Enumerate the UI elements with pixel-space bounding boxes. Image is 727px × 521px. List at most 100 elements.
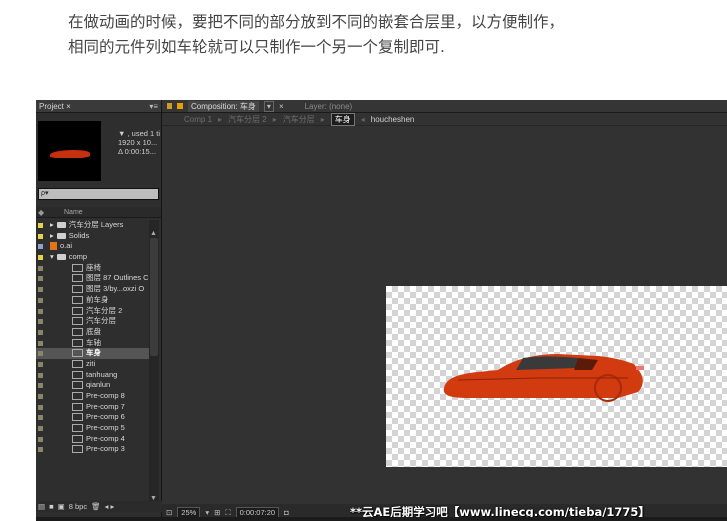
project-item-label: Pre-comp 6 — [86, 412, 125, 422]
project-item-row[interactable]: ziti — [36, 359, 149, 370]
label-color-swatch[interactable] — [38, 287, 43, 293]
trash-icon[interactable]: 🗑 — [91, 502, 101, 511]
project-item-content: 汽车分层 2 — [72, 306, 122, 317]
project-item-row[interactable]: ▾ comp — [36, 252, 149, 263]
label-color-swatch[interactable] — [38, 361, 43, 367]
project-scrollbar[interactable]: ▲ ▼ — [149, 220, 159, 502]
label-color-swatch[interactable] — [38, 394, 43, 399]
label-color-swatch[interactable] — [38, 426, 43, 432]
layer-tab[interactable]: Layer: (none) — [305, 102, 353, 111]
disclosure-triangle-icon[interactable]: ▾ — [50, 252, 54, 263]
project-item-row[interactable]: 汽车分层 — [36, 316, 149, 327]
breadcrumb-item[interactable]: 汽车分层 — [283, 114, 315, 125]
zoom-dropdown-icon[interactable]: ▾ — [205, 508, 209, 517]
project-item-label: Pre-comp 5 — [86, 423, 125, 433]
composition-icon — [72, 285, 83, 294]
label-color-swatch[interactable] — [38, 329, 43, 335]
label-color-swatch[interactable] — [38, 383, 43, 389]
label-color-swatch[interactable] — [38, 223, 43, 228]
composition-icon — [72, 327, 83, 336]
project-search-input[interactable]: ρ▾ — [38, 188, 159, 200]
composition-icon — [72, 306, 83, 315]
label-color-swatch[interactable] — [38, 340, 43, 346]
label-color-swatch[interactable] — [38, 447, 43, 453]
disclosure-triangle-icon[interactable]: ▸ — [50, 231, 54, 242]
project-item-row[interactable]: 前车身 — [36, 295, 149, 306]
snapshot-icon[interactable]: ◘ — [284, 508, 289, 517]
column-name-header[interactable]: Name — [64, 209, 83, 216]
composition-icon — [72, 445, 83, 454]
label-color-swatch[interactable] — [38, 319, 43, 325]
breadcrumb-item[interactable]: houcheshen — [371, 115, 415, 124]
project-item-row[interactable]: Pre-comp 7 — [36, 402, 149, 413]
label-color-swatch[interactable] — [38, 244, 43, 250]
project-item-row[interactable]: ▸ Solids — [36, 231, 149, 242]
label-color-swatch[interactable] — [38, 233, 43, 239]
breadcrumb-item[interactable]: 车身 — [330, 112, 355, 126]
comp-dropdown-icon[interactable]: ▾ — [263, 100, 274, 112]
project-item-row[interactable]: tanhuang — [36, 370, 149, 381]
composition-icon — [72, 263, 83, 272]
bit-depth-label[interactable]: 8 bpc — [69, 502, 87, 511]
project-item-row[interactable]: qianlun — [36, 380, 149, 391]
label-color-swatch[interactable] — [38, 436, 43, 442]
label-color-swatch[interactable] — [38, 415, 43, 421]
project-item-row[interactable]: ▸ 汽车分层 Layers — [36, 220, 149, 231]
composition-panel: Composition: 车身 ▾ × Layer: (none) Comp 1… — [162, 100, 727, 521]
label-color-swatch[interactable] — [38, 372, 43, 378]
project-item-row[interactable]: Pre-comp 5 — [36, 423, 149, 434]
project-item-row[interactable]: 汽车分层 2 — [36, 306, 149, 317]
project-item-row[interactable]: o.ai — [36, 241, 149, 252]
project-item-label: Pre-comp 4 — [86, 433, 125, 443]
label-color-swatch[interactable] — [38, 404, 43, 410]
project-item-row[interactable]: Pre-comp 3 — [36, 444, 149, 455]
project-item-label: 底盘 — [86, 326, 101, 336]
breadcrumb-separator-icon: ◂ — [360, 114, 365, 124]
project-panel: Project × ▾≡ ▼ , used 1 ti 1920 x 10... … — [36, 100, 163, 521]
project-item-content: Pre-comp 4 — [72, 434, 125, 445]
project-item-content: ziti — [72, 359, 95, 370]
project-tab[interactable]: Project × — [39, 102, 71, 111]
composition-icon — [72, 359, 83, 368]
project-item-row[interactable]: Pre-comp 4 — [36, 434, 149, 445]
lock-icon[interactable] — [177, 103, 183, 109]
label-color-swatch[interactable] — [38, 265, 43, 271]
project-item-row[interactable]: 车轴 — [36, 338, 149, 349]
project-item-row[interactable]: 图层 87 Outlines C — [36, 273, 149, 284]
label-color-swatch[interactable] — [38, 276, 43, 282]
project-item-row[interactable]: Pre-comp 8 — [36, 391, 149, 402]
label-color-swatch[interactable] — [38, 351, 43, 357]
new-comp-icon[interactable]: ▣ — [58, 502, 65, 511]
composition-icon — [72, 413, 83, 422]
safe-zones-icon[interactable]: ⛶ — [225, 508, 230, 518]
project-item-label: 汽车分层 — [86, 316, 116, 326]
breadcrumb-item[interactable]: Comp 1 — [184, 115, 212, 124]
panel-menu-icon[interactable]: ▾≡ — [149, 102, 158, 111]
scroll-up-icon[interactable]: ▲ — [150, 230, 157, 237]
composition-viewer[interactable] — [162, 126, 727, 504]
disclosure-triangle-icon[interactable]: ▸ — [50, 220, 54, 231]
project-item-row[interactable]: Pre-comp 6 — [36, 412, 149, 423]
project-item-label: Pre-comp 3 — [86, 444, 125, 454]
project-item-row[interactable]: 车身 — [36, 348, 149, 359]
label-tag-icon[interactable]: ◆ — [36, 208, 48, 217]
scroll-arrows-icon[interactable]: ◂ ▸ — [105, 502, 115, 511]
project-item-label: 图层 3/by...oxzi O — [86, 284, 145, 294]
project-item-content: 图层 87 Outlines C — [72, 273, 149, 284]
composition-tab[interactable]: Composition: 车身 — [188, 100, 259, 112]
interpret-footage-icon[interactable]: ▤ — [38, 502, 45, 511]
grid-icon[interactable]: ⊞ — [214, 508, 220, 517]
label-color-swatch[interactable] — [38, 255, 43, 261]
new-folder-icon[interactable]: ■ — [49, 502, 54, 511]
scrollbar-thumb[interactable] — [150, 238, 158, 356]
project-item-content: tanhuang — [72, 370, 117, 381]
close-icon[interactable]: × — [279, 102, 284, 111]
project-item-row[interactable]: 底盘 — [36, 327, 149, 338]
breadcrumb-item[interactable]: 汽车分层 2 — [228, 114, 267, 125]
panel-grip-icon[interactable] — [167, 103, 172, 109]
project-item-row[interactable]: 图层 3/by...oxzi O — [36, 284, 149, 295]
project-item-row[interactable]: 座椅 — [36, 263, 149, 274]
always-preview-icon[interactable]: ⊡ — [166, 508, 172, 517]
label-color-swatch[interactable] — [38, 297, 43, 303]
label-color-swatch[interactable] — [38, 308, 43, 314]
